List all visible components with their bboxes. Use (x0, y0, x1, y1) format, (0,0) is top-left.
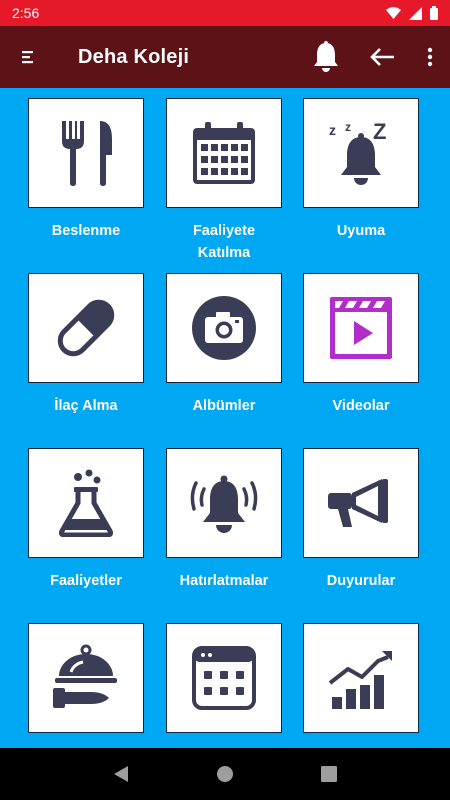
serving-dish-icon (53, 644, 117, 708)
tile-label: İlaç Alma (54, 398, 118, 414)
bar-chart-icon (328, 651, 392, 709)
more-vert-icon (427, 47, 433, 67)
tile-label: Videolar (332, 398, 390, 414)
flask-icon (58, 469, 114, 537)
app-title: Deha Koleji (78, 45, 190, 68)
back-button[interactable] (354, 26, 410, 88)
calendar-icon (193, 122, 255, 184)
svg-text:z: z (345, 120, 351, 134)
tile-box[interactable] (303, 623, 419, 733)
arrow-back-icon (370, 48, 394, 66)
nav-back-icon[interactable] (113, 765, 129, 783)
menu-grid: Beslenme Faaliyete Katılma z z Z Uyuma İ… (0, 88, 450, 748)
tile-box[interactable] (28, 98, 144, 208)
menu-button[interactable] (0, 26, 56, 88)
sleeping-bell-icon: z z Z (329, 119, 386, 185)
signal-icon (409, 6, 422, 20)
tile-box[interactable]: z z Z (303, 98, 419, 208)
tile-box[interactable] (166, 98, 282, 208)
tile-box[interactable] (28, 448, 144, 558)
battery-icon (430, 6, 438, 20)
tile-albumler[interactable]: Albümler (166, 273, 282, 417)
tile-label: Faaliyete Katılma (192, 223, 256, 261)
notifications-button[interactable] (298, 26, 354, 88)
tile-box[interactable] (166, 448, 282, 558)
status-bar: 2:56 (0, 0, 450, 26)
pill-icon (57, 299, 115, 357)
tile-box[interactable] (303, 448, 419, 558)
tile-uyuma[interactable]: z z Z Uyuma (303, 98, 419, 242)
alarm-bell-icon (190, 475, 258, 533)
overflow-menu-button[interactable] (410, 26, 450, 88)
wifi-icon (386, 7, 401, 19)
bell-icon (314, 41, 338, 72)
tile-box[interactable] (166, 273, 282, 383)
tile-statistics[interactable] (303, 623, 419, 745)
hamburger-menu-icon (22, 51, 33, 64)
tile-box[interactable] (28, 623, 144, 733)
tile-duyurular[interactable]: Duyurular (303, 448, 419, 592)
tile-label: Albümler (192, 398, 256, 414)
svg-text:z: z (329, 122, 336, 138)
calendar-grid-icon (192, 646, 256, 710)
svg-text:Z: Z (373, 119, 386, 144)
tile-calendar-grid[interactable] (166, 623, 282, 745)
fork-knife-icon (62, 121, 112, 186)
tile-ilac-alma[interactable]: İlaç Alma (28, 273, 144, 417)
tile-videolar[interactable]: Videolar (303, 273, 419, 417)
tile-beslenme[interactable]: Beslenme (28, 98, 144, 242)
tile-hatirlatmalar[interactable]: Hatırlatmalar (166, 448, 282, 592)
app-bar: Deha Koleji (0, 26, 450, 88)
system-nav-bar (0, 748, 450, 800)
megaphone-icon (328, 479, 388, 527)
status-icons (386, 6, 438, 20)
tile-serving[interactable] (28, 623, 144, 745)
tile-faaliyete-katilma[interactable]: Faaliyete Katılma (166, 98, 282, 264)
tile-label: Uyuma (336, 223, 386, 239)
nav-recents-icon[interactable] (320, 766, 337, 782)
tile-box[interactable] (166, 623, 282, 733)
tile-box[interactable] (303, 273, 419, 383)
status-time: 2:56 (12, 5, 40, 21)
tile-label: Beslenme (51, 223, 121, 239)
video-icon (330, 297, 392, 359)
camera-icon (192, 296, 256, 360)
tile-box[interactable] (28, 273, 144, 383)
tile-label: Faaliyetler (50, 573, 122, 589)
nav-home-icon[interactable] (216, 765, 234, 783)
tile-label: Hatırlatmalar (179, 573, 269, 589)
tile-faaliyetler[interactable]: Faaliyetler (28, 448, 144, 592)
tile-label: Duyurular (326, 573, 396, 589)
